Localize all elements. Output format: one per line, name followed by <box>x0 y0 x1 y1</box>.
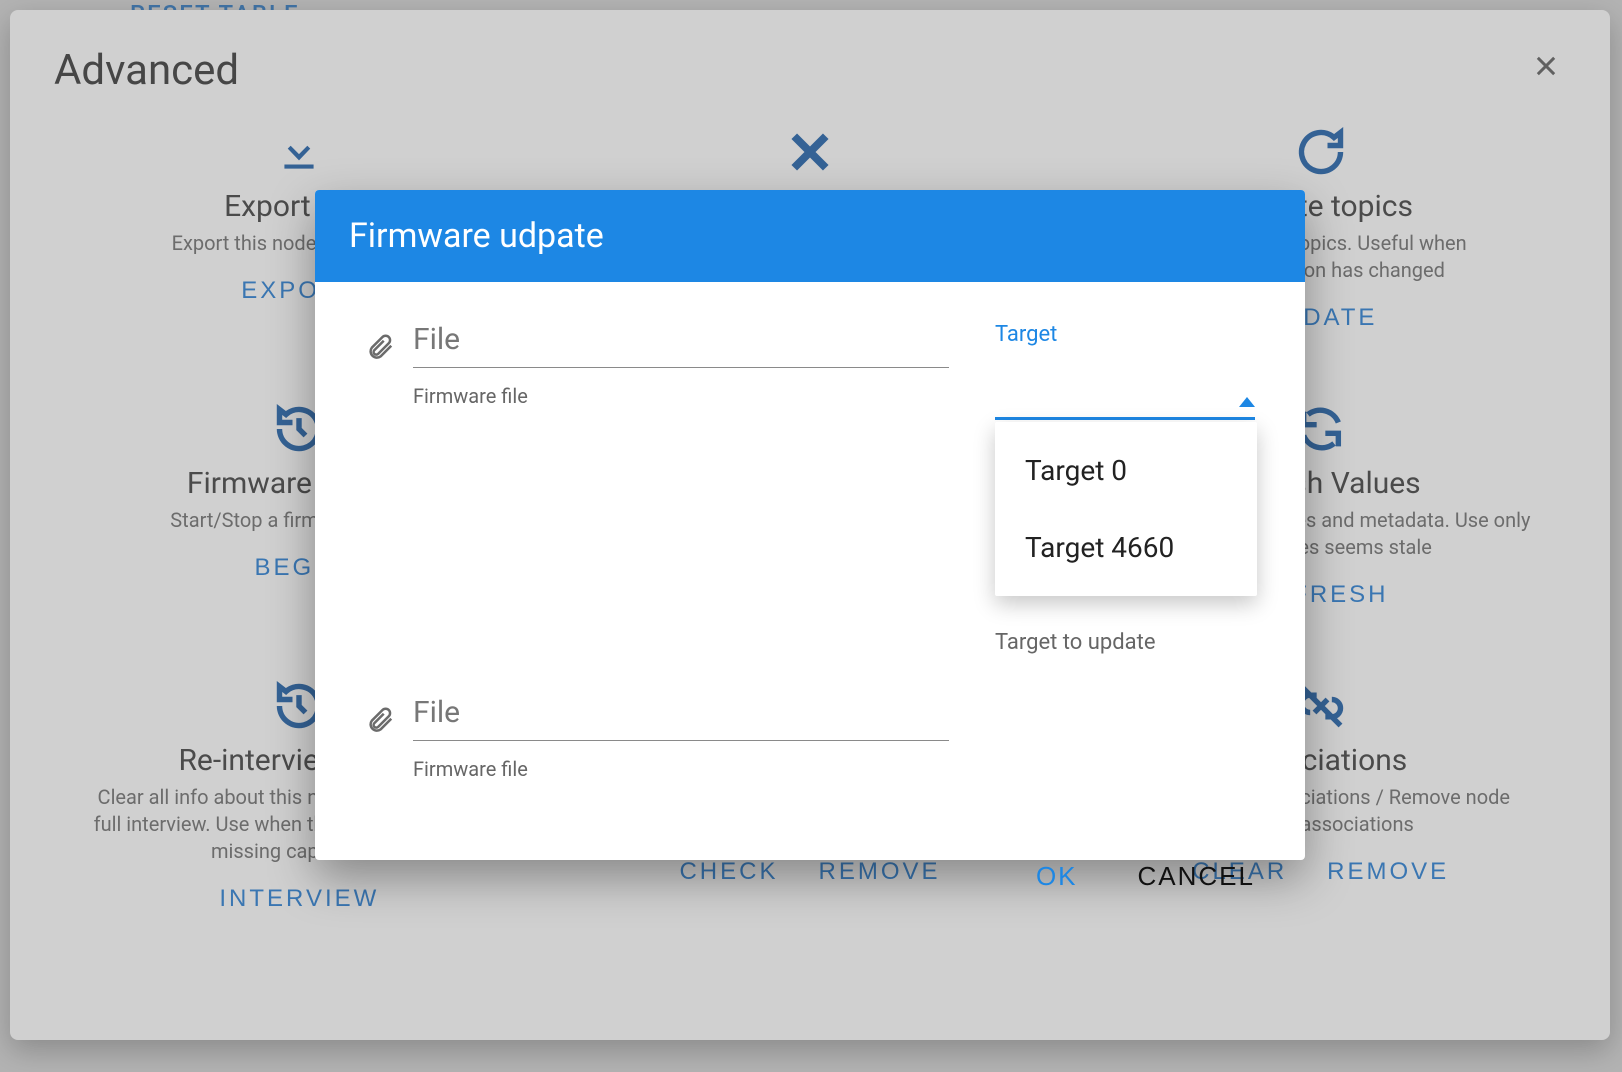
target-dropdown: Target 0 Target 4660 <box>995 422 1257 596</box>
file-hint: Firmware file <box>413 384 949 408</box>
target-hint: Target to update <box>995 630 1255 655</box>
target-select[interactable] <box>995 397 1255 420</box>
paperclip-icon <box>365 328 395 370</box>
target-option-0[interactable]: Target 0 <box>995 432 1257 509</box>
paperclip-icon <box>365 701 395 743</box>
target-option-1[interactable]: Target 4660 <box>995 509 1257 586</box>
target-field: Target Target 0 Target 4660 Target to up… <box>995 322 1255 655</box>
ok-button[interactable]: OK <box>1036 861 1078 892</box>
file-field-2[interactable]: File Firmware file <box>365 695 949 781</box>
chevron-up-icon <box>1239 397 1255 407</box>
firmware-title: Firmware udpate <box>315 190 1305 282</box>
file-label: File <box>413 322 949 357</box>
firmware-dialog: Firmware udpate File Firmware file Targe… <box>315 190 1305 860</box>
cancel-button[interactable]: CANCEL <box>1138 861 1255 892</box>
target-label: Target <box>995 322 1255 347</box>
file-hint: Firmware file <box>413 757 949 781</box>
file-field-1[interactable]: File Firmware file <box>365 322 949 408</box>
file-label: File <box>413 695 949 730</box>
